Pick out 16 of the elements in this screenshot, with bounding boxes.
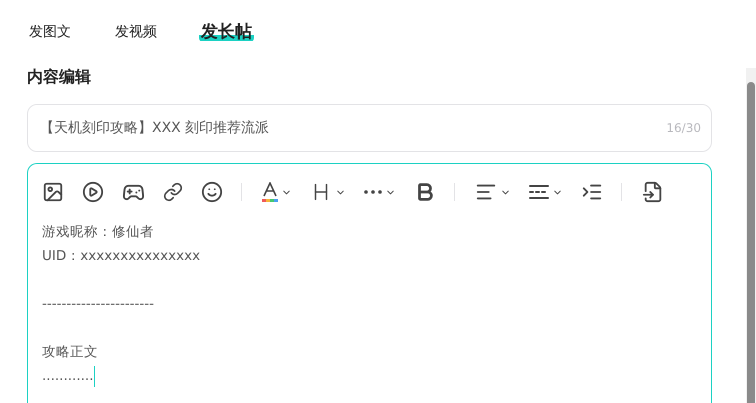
title-input-field[interactable]: 【天机刻印攻略】XXX 刻印推荐流派 16/30 [27,104,712,152]
editor-text: 攻略正文 [42,343,98,362]
character-counter: 16/30 [666,121,701,135]
tab[interactable]: 发图文 [27,22,73,42]
ellipsis-icon [364,190,382,194]
line-spacing-icon [529,184,549,200]
editor-text: UID：xxxxxxxxxxxxxxx [42,247,200,266]
editor-text: ............ [42,367,94,386]
editor-panel[interactable]: 游戏昵称：修仙者 UID：xxxxxxxxxxxxxxx ----------------------- 攻略正文 ............ [27,163,712,403]
scrollbar[interactable] [746,68,756,403]
editor-text: ----------------------- [42,295,154,314]
editor-text: 游戏昵称：修仙者 [42,223,154,242]
title-text-input[interactable]: 【天机刻印攻略】XXX 刻印推荐流派 [40,120,666,136]
font-color-icon [262,182,278,202]
tab[interactable]: 发视频 [113,22,159,42]
section-title: 内容编辑 [27,67,92,88]
